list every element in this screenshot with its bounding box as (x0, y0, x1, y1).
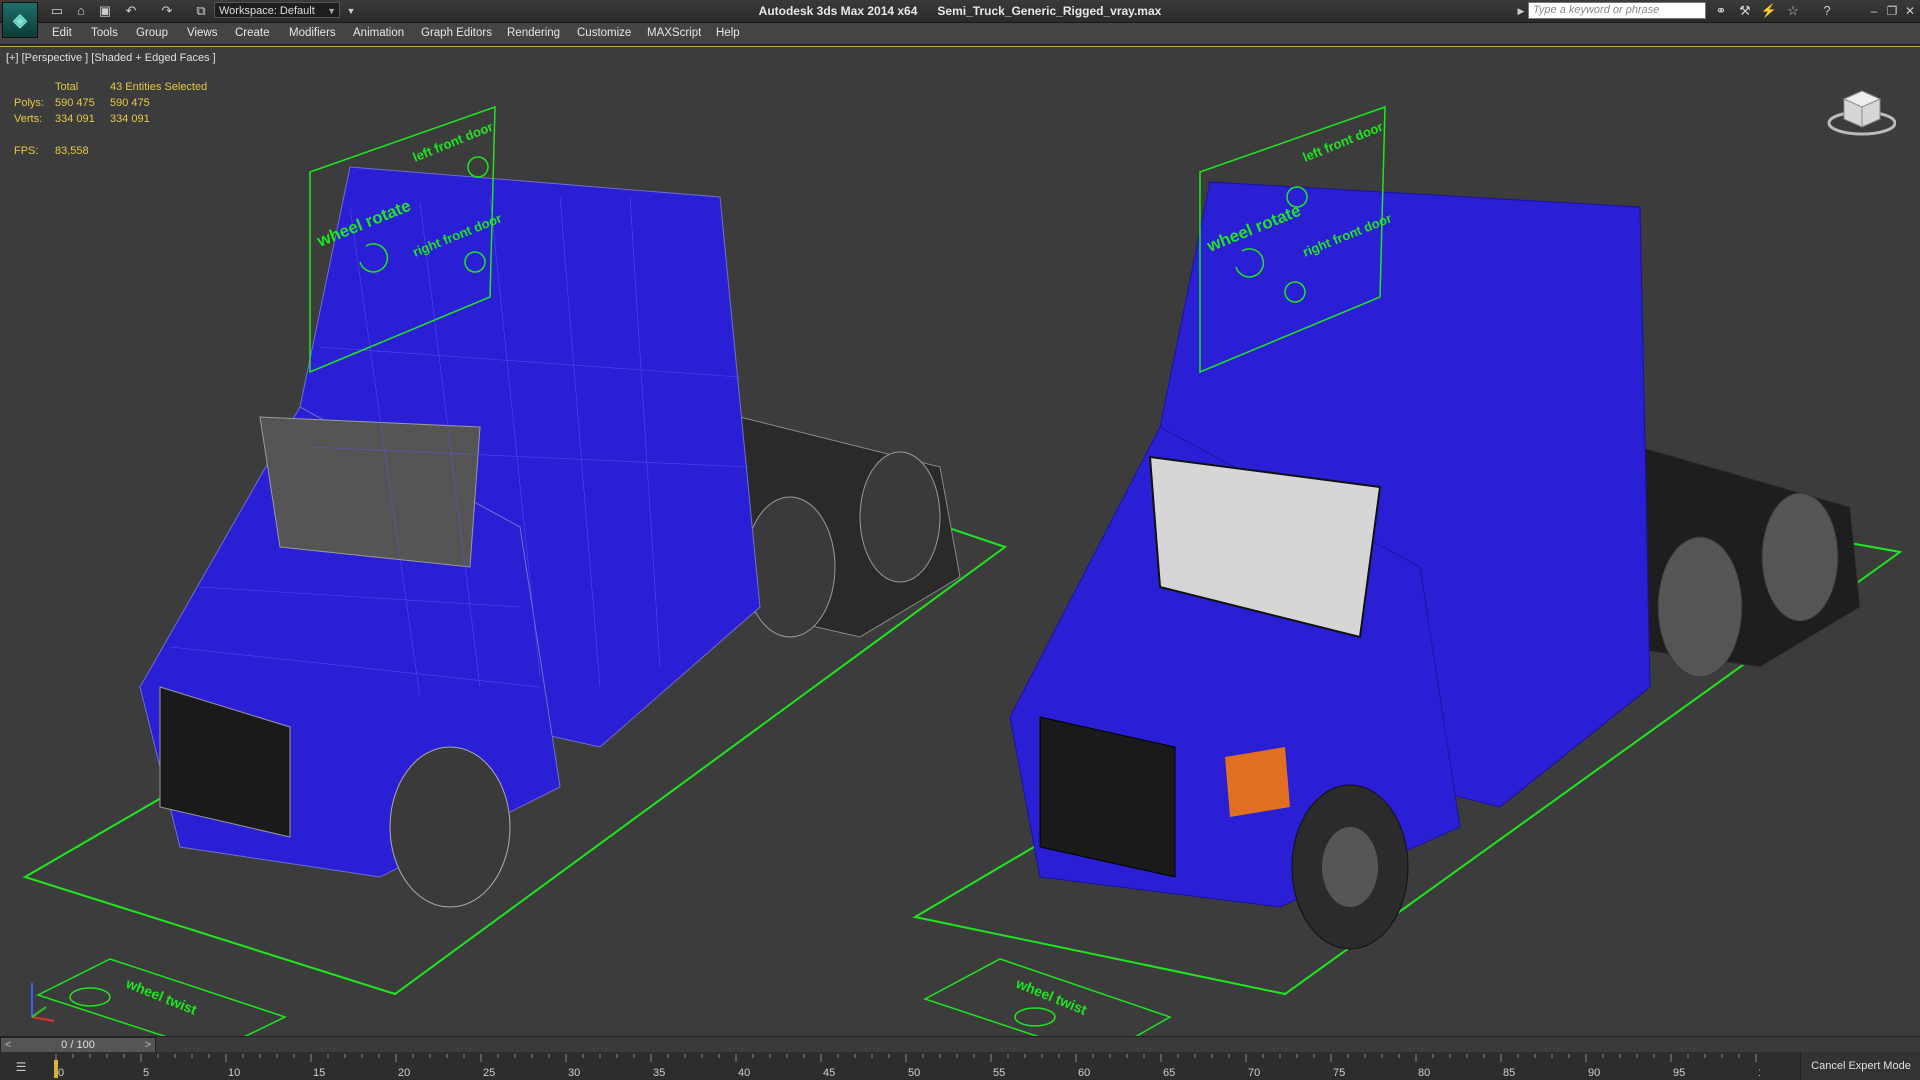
minimize-icon[interactable]: – (1866, 2, 1882, 20)
menu-create[interactable]: Create (235, 27, 270, 39)
menu-customize[interactable]: Customize (577, 27, 631, 39)
track-tick-label: 45 (823, 1067, 835, 1079)
track-tick-label: 60 (1078, 1067, 1090, 1079)
viewport-scene[interactable]: wheel rotate left front door right front… (0, 47, 1920, 1037)
menu-tools[interactable]: Tools (91, 27, 118, 39)
current-frame-marker[interactable] (54, 1060, 58, 1078)
track-tick-label: 20 (398, 1067, 410, 1079)
track-bar[interactable]: 0 5 10 15 20 25 30 35 40 45 50 55 60 65 70 75 80 85 90 95 10… (0, 1052, 1920, 1080)
stats-polys-label: Polys: (14, 97, 44, 109)
wheel-twist-label-left: wheel twist (123, 975, 199, 1018)
track-tick-label: 35 (653, 1067, 665, 1079)
help-icon[interactable]: ? (1818, 2, 1836, 20)
workspace-label: Workspace: Default (219, 5, 315, 17)
track-ruler[interactable]: 0 5 10 15 20 25 30 35 40 45 50 55 60 65 70 75 80 85 90 95 10… (50, 1052, 1760, 1080)
favorites-star-icon[interactable]: ☆ (1784, 2, 1802, 20)
project-folder-icon[interactable]: ⧉ (192, 2, 210, 20)
track-tick-label: 90 (1588, 1067, 1600, 1079)
wheel-twist-handle-icon[interactable] (69, 987, 111, 1007)
track-tick-label: 85 (1503, 1067, 1515, 1079)
stats-polys-selected: 590 475 (110, 97, 150, 109)
chevron-down-icon[interactable]: ▼ (342, 2, 360, 20)
track-tick-label: 80 (1418, 1067, 1430, 1079)
menu-animation[interactable]: Animation (353, 27, 404, 39)
shaded-truck[interactable]: wheel rotate left front door right front… (912, 105, 1903, 1037)
menu-help[interactable]: Help (716, 27, 740, 39)
app-title: Autodesk 3ds Max 2014 x64 (758, 4, 918, 18)
menu-views[interactable]: Views (187, 27, 217, 39)
restore-icon[interactable]: ❐ (1884, 2, 1900, 20)
perspective-viewport[interactable]: wheel rotate left front door right front… (0, 46, 1920, 1037)
viewport-label[interactable]: [+] [Perspective ] [Shaded + Edged Faces… (6, 52, 216, 64)
app-logo-button[interactable]: ◈ (2, 2, 38, 38)
time-slider[interactable]: < 0 / 100 > (0, 1037, 156, 1053)
mini-listener-icon[interactable]: ☰ (6, 1058, 36, 1076)
search-placeholder: Type a keyword or phrase (1533, 4, 1660, 16)
track-tick-label: 0 (58, 1067, 64, 1079)
stats-verts-selected: 334 091 (110, 113, 150, 125)
menu-bar: Edit Tools Group Views Create Modifiers … (0, 23, 1920, 45)
track-tick-label: 70 (1248, 1067, 1260, 1079)
open-file-icon[interactable]: ⌂ (72, 2, 90, 20)
stats-header-selected: 43 Entities Selected (110, 81, 208, 93)
stats-header-total: Total (55, 81, 79, 93)
previous-frame-icon[interactable]: < (5, 1038, 11, 1052)
time-slider-bar: < 0 / 100 > (0, 1036, 1920, 1053)
new-file-icon[interactable]: ▭ (48, 2, 66, 20)
viewcube-icon[interactable] (1826, 79, 1896, 139)
next-frame-icon[interactable]: > (145, 1038, 151, 1052)
menu-rendering[interactable]: Rendering (507, 27, 560, 39)
track-tick-label: 55 (993, 1067, 1005, 1079)
menu-group[interactable]: Group (136, 27, 168, 39)
track-tick-label: 50 (908, 1067, 920, 1079)
binoculars-icon[interactable]: ⚭ (1712, 2, 1730, 20)
search-input[interactable]: Type a keyword or phrase (1528, 2, 1706, 19)
file-name: Semi_Truck_Generic_Rigged_vray.max (937, 4, 1162, 18)
workspace-dropdown[interactable]: Workspace: Default ▼ (214, 2, 340, 18)
track-tick-label: 65 (1163, 1067, 1175, 1079)
communication-icon[interactable]: ⚡ (1760, 2, 1778, 20)
wheel-twist-handle-icon[interactable] (1014, 1007, 1056, 1027)
track-tick-label: 15 (313, 1067, 325, 1079)
close-icon[interactable]: ✕ (1902, 2, 1918, 20)
menu-graph-editors[interactable]: Graph Editors (421, 27, 492, 39)
track-tick-label: 10 (228, 1067, 240, 1079)
track-tick-label: 100 (1758, 1067, 1760, 1079)
axis-tripod-icon (31, 983, 55, 1022)
chevron-down-icon: ▼ (327, 6, 336, 16)
time-slider-value: 0 / 100 (61, 1039, 95, 1051)
redo-icon[interactable]: ↷ (158, 2, 176, 20)
menu-modifiers[interactable]: Modifiers (289, 27, 336, 39)
tools-icon[interactable]: ⚒ (1736, 2, 1754, 20)
left-door-handle-icon[interactable] (467, 156, 489, 178)
save-file-icon[interactable]: ▣ (96, 2, 114, 20)
track-tick-label: 5 (143, 1067, 149, 1079)
title-bar: ▭ ⌂ ▣ ↶ ↷ ⧉ Workspace: Default ▼ ▼ Autod… (0, 0, 1920, 23)
left-front-door-label-right: left front door (1301, 119, 1386, 165)
stats-polys-total: 590 475 (55, 97, 95, 109)
track-tick-label: 95 (1673, 1067, 1685, 1079)
stats-verts-total: 334 091 (55, 113, 95, 125)
menu-edit[interactable]: Edit (52, 27, 72, 39)
track-tick-label: 25 (483, 1067, 495, 1079)
track-tick-label: 75 (1333, 1067, 1345, 1079)
track-tick-label: 30 (568, 1067, 580, 1079)
wireframe-truck[interactable]: wheel rotate left front door right front… (22, 105, 1008, 1037)
cancel-expert-mode-button[interactable]: Cancel Expert Mode (1800, 1052, 1920, 1080)
stats-fps-label: FPS: (14, 145, 39, 157)
undo-icon[interactable]: ↶ (122, 2, 140, 20)
track-tick-label: 40 (738, 1067, 750, 1079)
stats-fps-value: 83,558 (55, 145, 89, 157)
menu-maxscript[interactable]: MAXScript (647, 27, 701, 39)
stats-verts-label: Verts: (14, 113, 43, 125)
